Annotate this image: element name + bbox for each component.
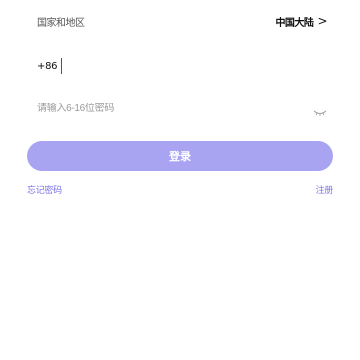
phone-row: +86 — [37, 56, 327, 76]
register-link[interactable]: 注册 — [316, 183, 334, 196]
text-caret — [61, 58, 62, 74]
password-input[interactable] — [37, 102, 237, 114]
phone-input[interactable] — [61, 58, 302, 74]
region-label: 国家和地区 — [37, 17, 85, 29]
chevron-right-icon: > — [317, 14, 327, 28]
region-value: 中国大陆 — [275, 17, 314, 29]
region-row[interactable]: 国家和地区 中国大陆 > — [37, 10, 327, 32]
country-code[interactable]: +86 — [37, 61, 58, 72]
eye-closed-icon[interactable] — [313, 103, 327, 116]
region-selector[interactable]: 中国大陆 > — [275, 14, 327, 29]
password-row — [37, 97, 327, 119]
forgot-password-link[interactable]: 忘记密码 — [27, 183, 62, 196]
eye-closed-icon-svg — [313, 110, 327, 116]
login-button[interactable]: 登录 — [27, 141, 333, 171]
login-screen: 国家和地区 中国大陆 > +86 登录 忘记密码 注册 — [0, 0, 360, 360]
